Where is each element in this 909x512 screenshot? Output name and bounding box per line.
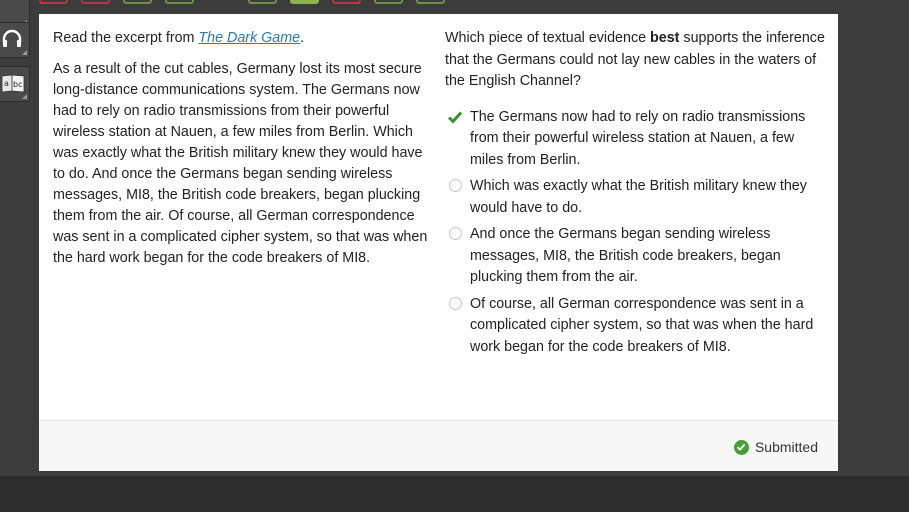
card-footer: Submitted xyxy=(39,420,838,471)
submission-status: Submitted xyxy=(733,439,818,455)
question-nav-9[interactable] xyxy=(416,0,445,4)
passage-intro: Read the excerpt from The Dark Game. xyxy=(53,28,431,49)
radio-button[interactable] xyxy=(449,296,462,310)
answer-option-text: Of course, all German correspondence was… xyxy=(470,295,814,355)
answer-option-text: Which was exactly what the British milit… xyxy=(470,178,807,216)
question-card: Read the excerpt from The Dark Game. As … xyxy=(39,14,838,471)
check-circle-icon xyxy=(733,439,749,455)
dictionary-tool-button[interactable]: bc a xyxy=(0,66,30,102)
passage-text: As a result of the cut cables, Germany l… xyxy=(53,61,428,266)
answer-options: The Germans now had to rely on radio tra… xyxy=(445,107,827,359)
question-nav-2[interactable] xyxy=(81,0,110,4)
question-prompt: Which piece of textual evidence best sup… xyxy=(445,28,827,93)
question-nav-5[interactable] xyxy=(248,0,277,4)
question-nav-4[interactable] xyxy=(165,0,194,4)
question-panel: Which piece of textual evidence best sup… xyxy=(445,28,827,363)
bottom-bar xyxy=(0,476,909,512)
answer-option-3[interactable]: And once the Germans began sending wirel… xyxy=(445,224,827,289)
question-nav-bar xyxy=(0,0,909,14)
question-nav-1[interactable] xyxy=(39,0,68,4)
answer-option-text: The Germans now had to rely on radio tra… xyxy=(470,108,806,168)
radio-button[interactable] xyxy=(449,227,462,240)
answer-option-2[interactable]: Which was exactly what the British milit… xyxy=(445,176,827,219)
answer-option-4[interactable]: Of course, all German correspondence was… xyxy=(445,294,827,359)
question-prefix: Which piece of textual evidence xyxy=(445,30,651,46)
audio-tool-button[interactable] xyxy=(0,22,30,58)
status-label: Submitted xyxy=(754,439,818,455)
question-nav-current[interactable] xyxy=(290,0,319,4)
svg-text:bc: bc xyxy=(13,80,22,89)
intro-suffix: . xyxy=(300,30,305,46)
passage-panel: Read the excerpt from The Dark Game. As … xyxy=(53,28,431,269)
answer-option-text: And once the Germans began sending wirel… xyxy=(470,226,781,285)
question-nav-8[interactable] xyxy=(374,0,403,4)
answer-option-1[interactable]: The Germans now had to rely on radio tra… xyxy=(445,107,827,172)
dictionary-icon: bc a xyxy=(1,74,25,93)
expand-corner-icon xyxy=(22,50,27,55)
question-nav-3[interactable] xyxy=(123,0,152,4)
expand-corner-icon xyxy=(22,94,27,99)
svg-text:a: a xyxy=(4,79,9,88)
radio-button[interactable] xyxy=(449,179,462,192)
intro-prefix: Read the excerpt from xyxy=(53,30,199,46)
passage-title-link[interactable]: The Dark Game xyxy=(198,30,300,46)
headphones-icon xyxy=(2,29,22,47)
question-emphasis: best xyxy=(650,30,680,46)
question-nav-7[interactable] xyxy=(332,0,361,4)
checkmark-icon xyxy=(447,111,463,124)
